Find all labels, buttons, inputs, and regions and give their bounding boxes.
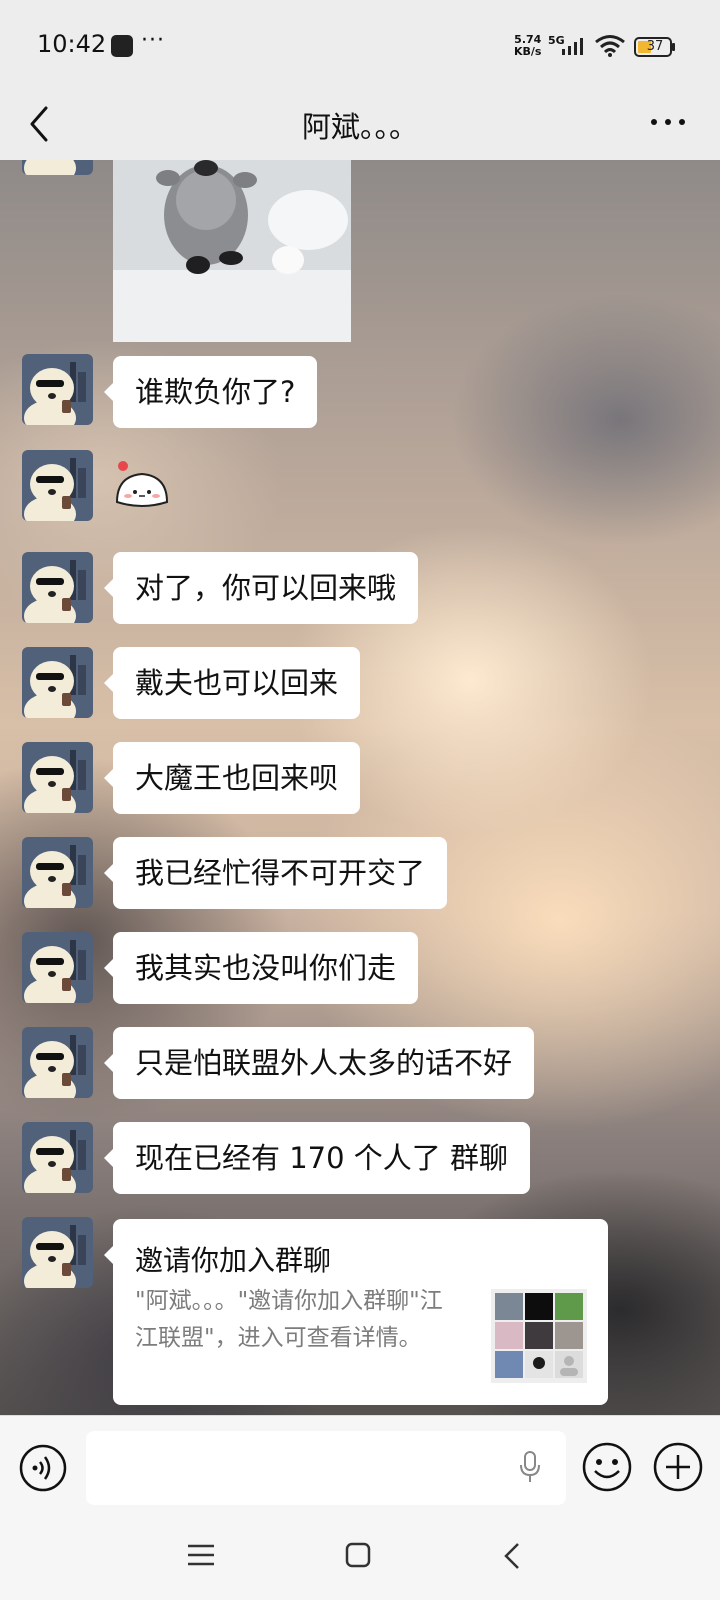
invite-title: 邀请你加入群聊 [135,1244,332,1277]
network-speed: 5.74 KB/s [514,34,541,58]
battery-level: 37 [646,39,664,54]
group-invite-card[interactable]: 邀请你加入群聊 "阿斌。。。"邀请你加入群聊"江江联盟"，进入可查看详情。 [104,1219,608,1405]
contact-avatar[interactable] [22,160,93,175]
contact-avatar[interactable] [22,1027,93,1098]
status-bar: 10:42 ··· 5.74 KB/s 5G 37 [0,0,720,92]
chat-header: 阿斌。。。 [0,92,720,160]
more-notifications-indicator: ··· [141,28,165,53]
system-navigation-bar [0,1520,720,1600]
network-speed-unit: KB/s [514,45,542,58]
home-icon[interactable] [344,1541,372,1569]
wifi-icon [595,35,625,57]
plus-icon[interactable] [652,1441,704,1493]
contact-avatar[interactable] [22,450,93,521]
message-bubble[interactable]: 我已经忙得不可开交了 [103,837,448,909]
more-options-icon[interactable] [648,110,688,134]
voice-input-toggle-icon[interactable] [18,1443,68,1493]
contact-avatar[interactable] [22,647,93,718]
message-text-input[interactable] [86,1431,566,1505]
contact-avatar[interactable] [22,1217,93,1288]
message-bubble[interactable]: 大魔王也回来呗 [103,742,361,814]
signal-icon [562,38,583,55]
recent-apps-icon[interactable] [186,1542,216,1568]
contact-avatar[interactable] [22,354,93,425]
microphone-icon[interactable] [518,1450,542,1484]
contact-avatar[interactable] [22,837,93,908]
emoji-icon[interactable] [581,1441,633,1493]
sticker-message[interactable] [113,458,171,516]
contact-avatar[interactable] [22,742,93,813]
penguin-photo-message[interactable] [113,160,351,342]
message-bubble[interactable]: 我其实也没叫你们走 [103,932,419,1004]
status-time: 10:42 [37,30,107,58]
message-bubble[interactable]: 只是怕联盟外人太多的话不好 [103,1027,535,1099]
chat-message-list[interactable]: 谁欺负你了? 对了，你可以回来哦 戴夫也可以回来 大魔王也回来呗 我已经忙得不可… [0,160,720,1415]
system-back-icon[interactable] [502,1540,522,1572]
message-bubble[interactable]: 谁欺负你了? [103,356,318,428]
contact-avatar[interactable] [22,932,93,1003]
group-avatar-grid [491,1289,587,1383]
message-input-bar [0,1415,720,1521]
message-bubble[interactable]: 对了，你可以回来哦 [103,552,419,624]
invite-description: "阿斌。。。"邀请你加入群聊"江江联盟"，进入可查看详情。 [135,1288,443,1351]
contact-avatar[interactable] [22,1122,93,1193]
app-notification-icon [111,35,133,57]
message-bubble[interactable]: 戴夫也可以回来 [103,647,361,719]
contact-avatar[interactable] [22,552,93,623]
message-bubble[interactable]: 现在已经有 170 个人了 群聊 [103,1122,531,1194]
chat-title: 阿斌。。。 [301,110,418,144]
